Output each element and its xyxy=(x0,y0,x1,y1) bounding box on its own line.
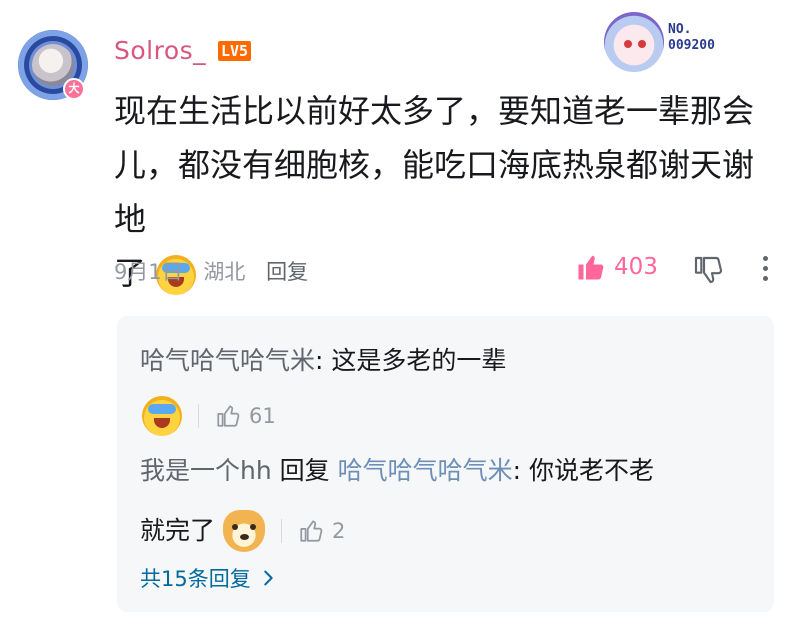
reply-username[interactable]: 哈气哈气哈气米 xyxy=(140,346,315,375)
view-all-replies-link[interactable]: 共15条回复 xyxy=(140,563,279,593)
comment-meta: 9月1日 湖北 回复 xyxy=(114,256,322,286)
thumbs-down-icon[interactable] xyxy=(692,254,724,286)
divider xyxy=(198,404,199,428)
avatar-badge: 大 xyxy=(63,78,85,100)
comment-location: 湖北 xyxy=(203,260,246,284)
reply-like-count: 2 xyxy=(332,519,346,543)
fan-medal-icon xyxy=(600,8,668,76)
thumbs-up-filled-icon xyxy=(578,255,604,280)
reply-text: : 你说老不老 xyxy=(512,456,654,485)
reply-button[interactable]: 回复 xyxy=(266,260,308,284)
doge-emoji-icon xyxy=(223,510,266,552)
thumbs-up-icon xyxy=(300,520,323,542)
reply-target-user[interactable]: 哈气哈气哈气米 xyxy=(338,456,513,485)
chevron-right-icon xyxy=(263,570,273,586)
like-count: 403 xyxy=(614,254,658,280)
more-options-icon[interactable] xyxy=(761,256,769,282)
reply-item[interactable]: 哈气哈气哈气米: 这是多老的一辈 xyxy=(140,346,506,376)
comment-date: 9月1日 xyxy=(114,260,183,284)
reply-actions: 61 xyxy=(142,396,276,436)
level-badge: LV5 xyxy=(218,41,252,61)
reply-item[interactable]: 我是一个hh 回复 哈气哈气哈气米: 你说老不老 xyxy=(140,456,654,486)
divider xyxy=(281,519,283,543)
reply-continuation: 就完了 2 xyxy=(140,510,345,552)
reply-text: : 这是多老的一辈 xyxy=(315,346,507,375)
comment-username[interactable]: Solros_ xyxy=(114,36,206,65)
like-button[interactable]: 403 xyxy=(576,252,658,282)
reply-like-button[interactable]: 2 xyxy=(298,516,345,546)
thumbs-up-icon xyxy=(217,405,240,427)
reply-username[interactable]: 我是一个hh xyxy=(140,456,272,485)
laugh-emoji-icon xyxy=(142,396,182,436)
reply-like-count: 61 xyxy=(249,404,276,428)
reply-like-button[interactable]: 61 xyxy=(215,403,276,429)
fan-medal-number: NO. 009200 xyxy=(668,22,715,53)
